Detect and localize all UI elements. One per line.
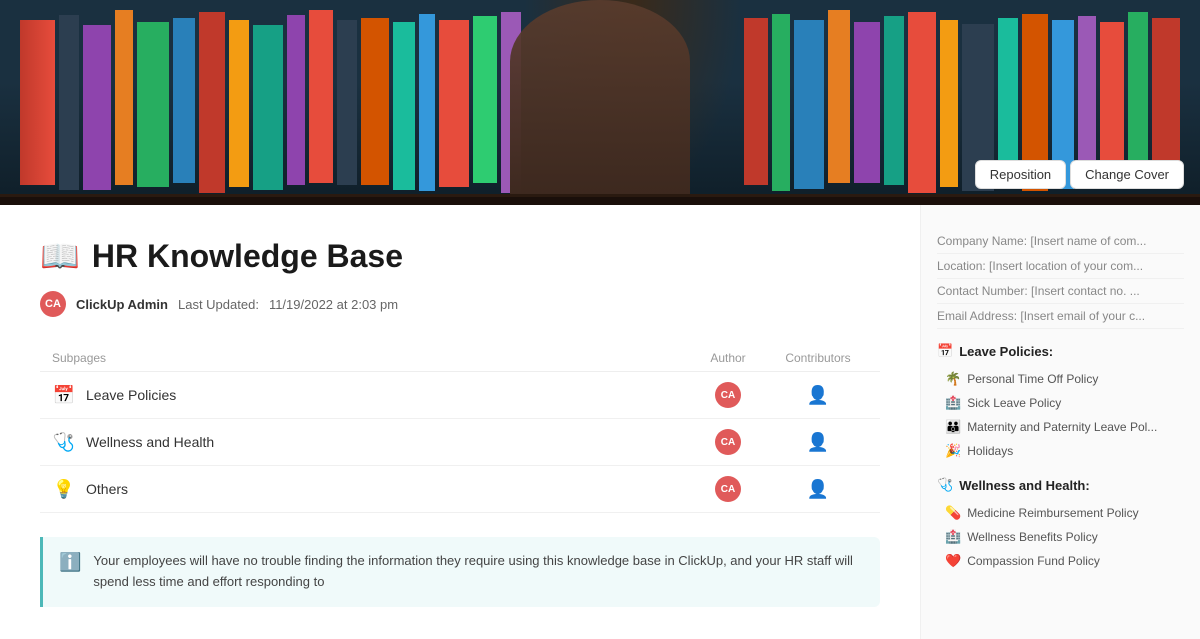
sidebar-leave-policies-title: 📅 Leave Policies: [937, 343, 1184, 359]
sick-leave-label: Sick Leave Policy [967, 396, 1061, 410]
sidebar-item-medicine-reimbursement[interactable]: 💊 Medicine Reimbursement Policy [937, 501, 1184, 525]
wellness-label: Wellness and Health: [959, 478, 1090, 493]
reposition-button[interactable]: Reposition [975, 160, 1066, 189]
subpage-name-leave: 📅 Leave Policies [52, 385, 688, 406]
medicine-reimbursement-label: Medicine Reimbursement Policy [967, 506, 1138, 520]
subpage-emoji-others: 💡 [52, 479, 76, 500]
sidebar-item-personal-time-off[interactable]: 🌴 Personal Time Off Policy [937, 367, 1184, 391]
subpage-label-leave: Leave Policies [86, 387, 176, 403]
cover-image: Reposition Change Cover [0, 0, 1200, 205]
last-updated-label: Last Updated: [178, 297, 259, 312]
page-title: HR Knowledge Base [92, 238, 403, 275]
contributor-icon-others: 👤 [807, 479, 829, 500]
sidebar-email-address[interactable]: Email Address: [Insert email of your c..… [937, 304, 1184, 329]
compassion-fund-label: Compassion Fund Policy [967, 554, 1100, 568]
maternity-paternity-label: Maternity and Paternity Leave Pol... [967, 420, 1157, 434]
cover-action-buttons: Reposition Change Cover [975, 160, 1184, 189]
sidebar-item-maternity-paternity[interactable]: 👪 Maternity and Paternity Leave Pol... [937, 415, 1184, 439]
wellness-emoji: 🩺 [937, 477, 953, 493]
sidebar-company-name[interactable]: Company Name: [Insert name of com... [937, 229, 1184, 254]
medicine-reimbursement-emoji: 💊 [945, 505, 961, 521]
col-author-label: Author [688, 351, 768, 365]
subpage-author-leave: CA [688, 382, 768, 408]
subpage-label-others: Others [86, 481, 128, 497]
subpage-row-wellness[interactable]: 🩺 Wellness and Health CA 👤 [40, 419, 880, 466]
subpage-emoji-leave: 📅 [52, 385, 76, 406]
info-text: Your employees will have no trouble find… [93, 551, 864, 593]
sick-leave-emoji: 🏥 [945, 395, 961, 411]
info-icon: ℹ️ [59, 552, 81, 573]
author-avatar-others: CA [715, 476, 741, 502]
subpage-name-others: 💡 Others [52, 479, 688, 500]
author-name: ClickUp Admin [76, 297, 168, 312]
subpage-author-others: CA [688, 476, 768, 502]
change-cover-button[interactable]: Change Cover [1070, 160, 1184, 189]
maternity-paternity-emoji: 👪 [945, 419, 961, 435]
sidebar-item-sick-leave[interactable]: 🏥 Sick Leave Policy [937, 391, 1184, 415]
info-box: ℹ️ Your employees will have no trouble f… [40, 537, 880, 607]
sidebar-item-compassion-fund[interactable]: ❤️ Compassion Fund Policy [937, 549, 1184, 573]
col-contributors-label: Contributors [768, 351, 868, 365]
sidebar-wellness-title: 🩺 Wellness and Health: [937, 477, 1184, 493]
author-avatar-leave: CA [715, 382, 741, 408]
sidebar-location[interactable]: Location: [Insert location of your com..… [937, 254, 1184, 279]
holidays-emoji: 🎉 [945, 443, 961, 459]
compassion-fund-emoji: ❤️ [945, 553, 961, 569]
subpage-emoji-wellness: 🩺 [52, 432, 76, 453]
author-row: CA ClickUp Admin Last Updated: 11/19/202… [40, 291, 880, 317]
subpage-contributors-wellness: 👤 [768, 432, 868, 453]
wellness-benefits-emoji: 🏥 [945, 529, 961, 545]
subpage-name-wellness: 🩺 Wellness and Health [52, 432, 688, 453]
contributor-icon-wellness: 👤 [807, 432, 829, 453]
personal-time-off-label: Personal Time Off Policy [967, 372, 1098, 386]
author-avatar: CA [40, 291, 66, 317]
subpage-contributors-others: 👤 [768, 479, 868, 500]
contributor-icon-leave: 👤 [807, 385, 829, 406]
subpages-section: Subpages Author Contributors 📅 Leave Pol… [40, 345, 880, 513]
subpage-row-others[interactable]: 💡 Others CA 👤 [40, 466, 880, 513]
sidebar-contact-number[interactable]: Contact Number: [Insert contact no. ... [937, 279, 1184, 304]
sidebar-item-holidays[interactable]: 🎉 Holidays [937, 439, 1184, 463]
col-subpages-label: Subpages [52, 351, 688, 365]
subpage-label-wellness: Wellness and Health [86, 434, 214, 450]
page-title-row: 📖 HR Knowledge Base [40, 237, 880, 275]
wellness-benefits-label: Wellness Benefits Policy [967, 530, 1098, 544]
page-emoji: 📖 [40, 237, 80, 275]
sidebar-item-wellness-benefits[interactable]: 🏥 Wellness Benefits Policy [937, 525, 1184, 549]
subpage-author-wellness: CA [688, 429, 768, 455]
last-updated-value: 11/19/2022 at 2:03 pm [269, 297, 398, 312]
personal-time-off-emoji: 🌴 [945, 371, 961, 387]
holidays-label: Holidays [967, 444, 1013, 458]
author-avatar-wellness: CA [715, 429, 741, 455]
leave-policies-emoji: 📅 [937, 343, 953, 359]
leave-policies-label: Leave Policies: [959, 344, 1053, 359]
subpage-contributors-leave: 👤 [768, 385, 868, 406]
subpage-row-leave-policies[interactable]: 📅 Leave Policies CA 👤 [40, 372, 880, 419]
subpages-header: Subpages Author Contributors [40, 345, 880, 372]
